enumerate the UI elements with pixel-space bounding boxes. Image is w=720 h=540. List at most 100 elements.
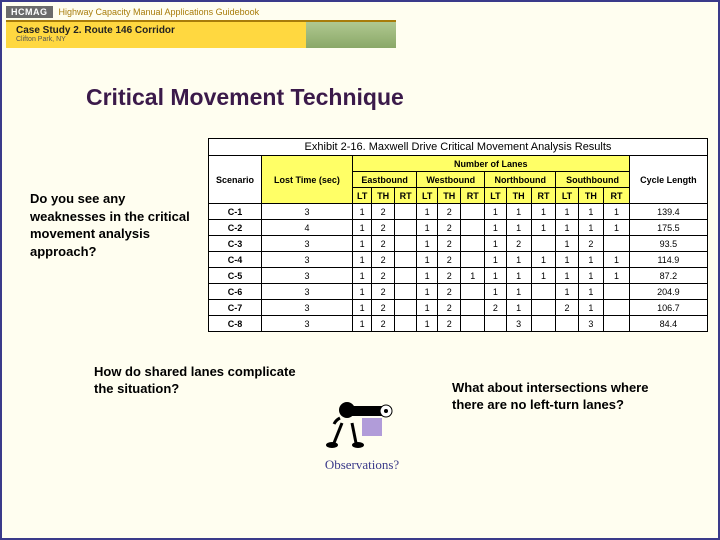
lane-cell: 2 <box>556 300 578 316</box>
lane-cell: 1 <box>352 220 372 236</box>
lane-cell: 1 <box>556 236 578 252</box>
lane-cell: 3 <box>506 316 531 332</box>
lane-cell <box>531 284 556 300</box>
lane-cell: 1 <box>604 252 630 268</box>
table-row: C-6312121111204.9 <box>209 284 708 300</box>
hcmag-bar: HCMAG Highway Capacity Manual Applicatio… <box>6 6 396 18</box>
scenario-cell: C-8 <box>209 316 262 332</box>
col-lost-time: Lost Time (sec) <box>262 156 353 204</box>
question-no-left-turn: What about intersections where there are… <box>452 380 682 414</box>
question-weaknesses: Do you see any weaknesses in the critica… <box>30 190 200 260</box>
lane-cell <box>531 300 556 316</box>
case-title: Case Study 2. Route 146 Corridor <box>16 25 298 36</box>
case-photo <box>306 20 396 48</box>
lane-cell: 1 <box>417 220 438 236</box>
lane-cell: 1 <box>485 220 507 236</box>
lane-cell <box>461 220 485 236</box>
lane-cell: 1 <box>417 316 438 332</box>
lane-cell: 2 <box>372 252 394 268</box>
lane-cell <box>461 252 485 268</box>
scenario-cell: C-1 <box>209 204 262 220</box>
cycle-cell: 106.7 <box>629 300 707 316</box>
lost-time-cell: 4 <box>262 220 353 236</box>
lane-cell: 1 <box>417 252 438 268</box>
analysis-table: Exhibit 2-16. Maxwell Drive Critical Mov… <box>208 138 708 332</box>
lane-cell: 2 <box>437 236 461 252</box>
lane-cell: 1 <box>578 220 604 236</box>
lane-cell: 1 <box>604 268 630 284</box>
lane-cell: 2 <box>372 204 394 220</box>
question-shared-lanes: How do shared lanes complicate the situa… <box>94 364 314 398</box>
lane-cell: 2 <box>437 300 461 316</box>
lane-cell: 1 <box>506 284 531 300</box>
lane-cell: 1 <box>604 204 630 220</box>
table-row: C-7312122121106.7 <box>209 300 708 316</box>
lost-time-cell: 3 <box>262 316 353 332</box>
lane-cell: 1 <box>531 252 556 268</box>
col-scenario: Scenario <box>209 156 262 204</box>
scenario-cell: C-6 <box>209 284 262 300</box>
lane-cell: 1 <box>556 204 578 220</box>
lane-cell: 1 <box>556 252 578 268</box>
dir-header: Northbound <box>485 172 556 188</box>
table-row: C-431212111111114.9 <box>209 252 708 268</box>
lane-cell: 1 <box>604 220 630 236</box>
sub-header: LT <box>556 188 578 204</box>
lane-cell: 1 <box>352 316 372 332</box>
lane-cell <box>604 300 630 316</box>
table-row: C-531212111111187.2 <box>209 268 708 284</box>
lane-cell: 1 <box>578 300 604 316</box>
lane-cell: 1 <box>417 268 438 284</box>
sub-header: TH <box>578 188 604 204</box>
lane-cell: 1 <box>485 204 507 220</box>
case-banner: Case Study 2. Route 146 Corridor Clifton… <box>6 20 306 48</box>
lost-time-cell: 3 <box>262 300 353 316</box>
lane-cell: 3 <box>578 316 604 332</box>
lane-cell <box>485 316 507 332</box>
lane-cell: 1 <box>506 204 531 220</box>
lost-time-cell: 3 <box>262 284 353 300</box>
lane-cell <box>394 220 417 236</box>
sub-header: TH <box>506 188 531 204</box>
lane-cell: 1 <box>485 284 507 300</box>
lane-cell: 1 <box>352 252 372 268</box>
lane-cell: 2 <box>506 236 531 252</box>
cycle-cell: 139.4 <box>629 204 707 220</box>
lane-cell: 2 <box>437 252 461 268</box>
sub-header: RT <box>531 188 556 204</box>
lane-cell: 2 <box>485 300 507 316</box>
lane-cell: 1 <box>352 284 372 300</box>
telescope-icon <box>322 388 402 448</box>
sub-header: TH <box>437 188 461 204</box>
lane-cell: 1 <box>531 220 556 236</box>
lane-cell <box>394 236 417 252</box>
lane-cell: 1 <box>461 268 485 284</box>
lane-cell: 2 <box>437 268 461 284</box>
lost-time-cell: 3 <box>262 204 353 220</box>
lane-cell: 1 <box>531 204 556 220</box>
lost-time-cell: 3 <box>262 252 353 268</box>
lane-cell: 1 <box>578 268 604 284</box>
lane-cell: 1 <box>485 236 507 252</box>
lane-cell <box>604 284 630 300</box>
lane-cell <box>394 204 417 220</box>
table-row: C-131212111111139.4 <box>209 204 708 220</box>
lane-cell <box>394 252 417 268</box>
table-row: C-331212121293.5 <box>209 236 708 252</box>
lane-cell <box>461 204 485 220</box>
lane-cell: 2 <box>437 284 461 300</box>
lane-cell: 1 <box>417 204 438 220</box>
cycle-cell: 204.9 <box>629 284 707 300</box>
observer-graphic: Observations? <box>302 388 422 473</box>
lane-cell: 1 <box>531 268 556 284</box>
scenario-cell: C-5 <box>209 268 262 284</box>
lane-cell: 1 <box>352 300 372 316</box>
lane-cell: 2 <box>578 236 604 252</box>
results-table: Scenario Lost Time (sec) Number of Lanes… <box>208 155 708 332</box>
page-title: Critical Movement Technique <box>86 84 404 111</box>
sub-header: LT <box>417 188 438 204</box>
lane-cell: 1 <box>556 220 578 236</box>
lane-cell <box>556 316 578 332</box>
cycle-cell: 93.5 <box>629 236 707 252</box>
lane-cell <box>394 284 417 300</box>
